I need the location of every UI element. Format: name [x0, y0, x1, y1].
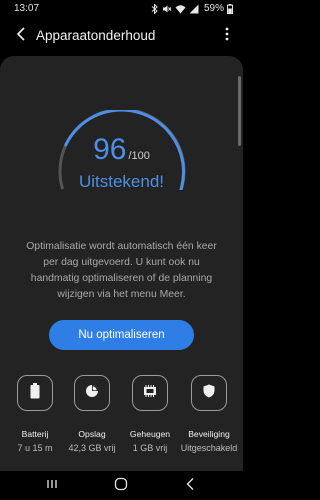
item-value: Uitgeschakeld: [180, 443, 238, 453]
recents-icon: [46, 477, 58, 495]
optimize-now-button[interactable]: Nu optimaliseren: [49, 320, 194, 350]
status-time: 13:07: [14, 3, 40, 14]
score-max: /100: [128, 150, 150, 162]
wifi-icon: [175, 4, 186, 14]
mute-icon: [162, 4, 172, 14]
app-bar: Apparaatonderhoud: [0, 22, 243, 50]
item-storage[interactable]: Opslag 42,3 GB vrij: [61, 375, 123, 454]
signal-icon: [189, 4, 199, 14]
item-label: Geheugen: [129, 429, 171, 439]
more-vert-icon: [225, 27, 229, 46]
battery-percent: 59%: [203, 3, 224, 14]
status-bar: 13:07 59%: [0, 0, 243, 18]
item-storage-icon-box: [74, 375, 110, 411]
item-label: Opslag: [78, 429, 106, 439]
score-rating: Uitstekend!: [78, 172, 165, 191]
arrow-back-icon: [16, 26, 26, 46]
battery-icon: [30, 382, 40, 404]
home-icon: [114, 477, 128, 496]
memory-chip-icon: [142, 384, 158, 402]
nav-back-button[interactable]: [182, 477, 198, 496]
status-icons: 59%: [151, 3, 233, 14]
back-icon: [185, 477, 195, 496]
shield-icon: [203, 384, 215, 403]
battery-icon: [227, 3, 233, 14]
item-battery[interactable]: Batterij 7 u 15 m: [4, 375, 66, 454]
optimization-description: Optimalisatie wordt automatisch één keer…: [26, 241, 217, 300]
maintenance-items: Batterij 7 u 15 m Opslag 42,3 GB vrij Ge…: [0, 375, 243, 475]
item-value: 42,3 GB vrij: [68, 443, 116, 453]
score-display: 96/100: [0, 133, 243, 167]
back-button[interactable]: [12, 26, 30, 46]
item-battery-icon-box: [17, 375, 53, 411]
more-options-button[interactable]: [221, 26, 233, 46]
item-memory[interactable]: Geheugen 1 GB vrij: [119, 375, 181, 454]
page-title: Apparaatonderhoud: [36, 28, 156, 43]
recents-button[interactable]: [44, 478, 60, 494]
item-label: Beveiliging: [188, 429, 230, 439]
bluetooth-icon: [151, 3, 159, 14]
item-value: 1 GB vrij: [132, 443, 168, 453]
storage-pie-icon: [85, 384, 99, 403]
item-value: 7 u 15 m: [17, 443, 53, 453]
score-value: 96: [93, 133, 127, 166]
home-button[interactable]: [113, 477, 129, 496]
item-security[interactable]: Beveiliging Uitgeschakeld: [178, 375, 240, 454]
item-memory-icon-box: [132, 375, 168, 411]
item-security-icon-box: [191, 375, 227, 411]
system-nav-bar: [0, 471, 243, 500]
item-label: Batterij: [21, 429, 49, 439]
